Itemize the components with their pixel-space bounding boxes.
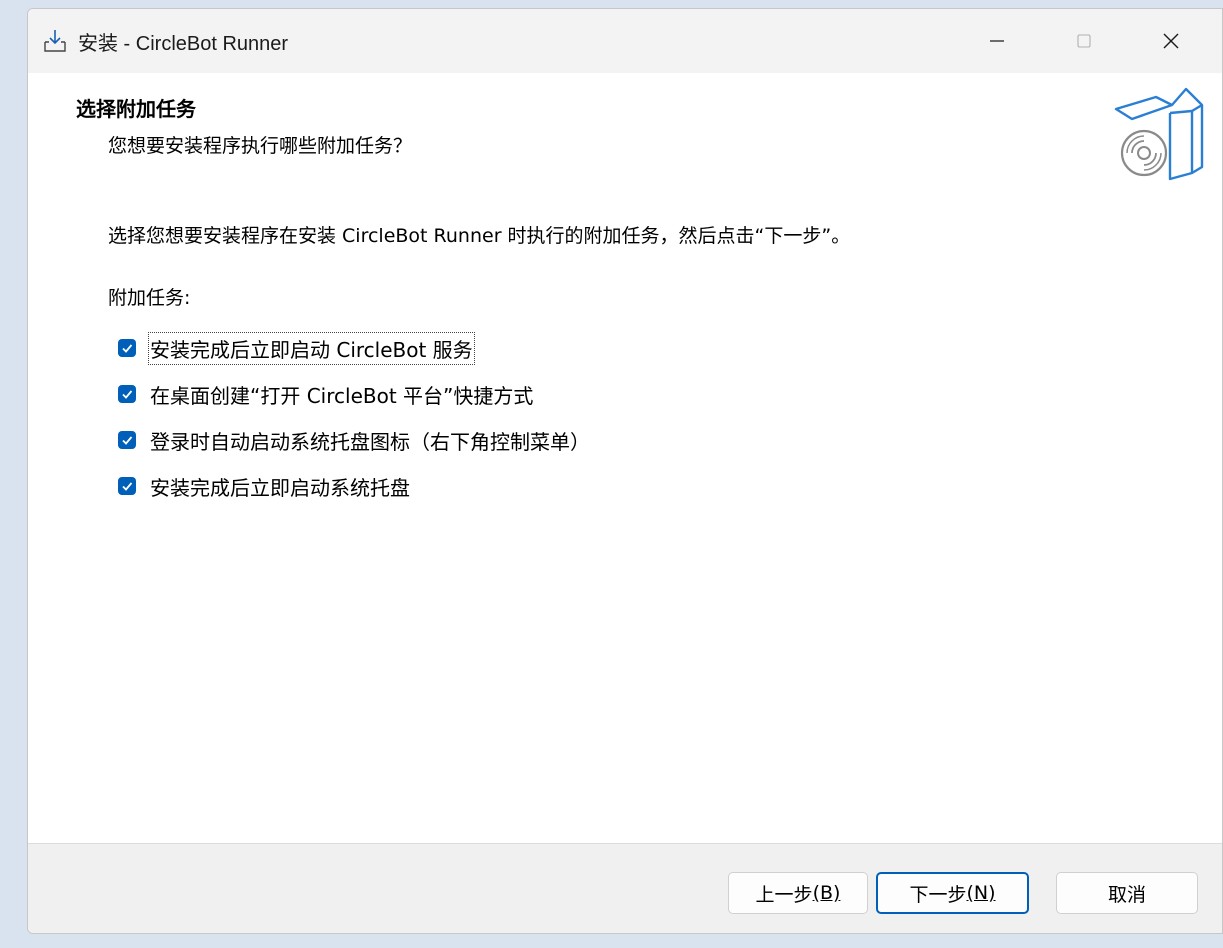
- task-item[interactable]: 安装完成后立即启动 CircleBot 服务: [118, 325, 590, 371]
- cancel-button[interactable]: 取消: [1056, 872, 1198, 914]
- task-item[interactable]: 在桌面创建“打开 CircleBot 平台”快捷方式: [118, 371, 590, 417]
- back-button[interactable]: 上一步 (B): [728, 872, 868, 914]
- check-icon: [122, 436, 133, 445]
- back-button-label: 上一步: [755, 883, 813, 906]
- checkbox-checked[interactable]: [118, 431, 136, 449]
- instruction-text: 选择您想要安装程序在安装 CircleBot Runner 时执行的附加任务，然…: [108, 225, 851, 247]
- window-title: 安装 - CircleBot Runner: [78, 32, 289, 55]
- task-label[interactable]: 登录时自动启动系统托盘图标（右下角控制菜单）: [150, 426, 590, 455]
- task-label[interactable]: 安装完成后立即启动系统托盘: [150, 472, 410, 501]
- installer-download-icon: [44, 30, 66, 52]
- task-item[interactable]: 安装完成后立即启动系统托盘: [118, 463, 590, 509]
- check-icon: [122, 390, 133, 399]
- page-title: 选择附加任务: [76, 97, 196, 121]
- task-label[interactable]: 安装完成后立即启动 CircleBot 服务: [148, 331, 475, 365]
- minimize-icon: [990, 40, 1004, 42]
- checkbox-checked[interactable]: [118, 385, 136, 403]
- close-icon: [1163, 33, 1179, 49]
- check-icon: [122, 344, 133, 353]
- checkbox-checked[interactable]: [118, 477, 136, 495]
- task-list: 安装完成后立即启动 CircleBot 服务 在桌面创建“打开 CircleBo…: [118, 325, 590, 509]
- button-bar: 上一步 (B) 下一步 (N) 取消: [28, 843, 1222, 933]
- title-bar[interactable]: 安装 - CircleBot Runner: [28, 9, 1222, 73]
- checkbox-checked[interactable]: [118, 339, 136, 357]
- minimize-button[interactable]: [966, 9, 1028, 73]
- close-button[interactable]: [1140, 9, 1202, 73]
- back-button-accelerator: (B): [812, 882, 841, 904]
- wizard-content: 选择附加任务 您想要安装程序执行哪些附加任务？ 选择您想要安装程序在安装 Cir…: [28, 73, 1222, 843]
- maximize-icon: [1077, 34, 1091, 48]
- next-button-label: 下一步: [909, 883, 967, 906]
- maximize-button[interactable]: [1053, 9, 1115, 73]
- additional-tasks-label: 附加任务:: [108, 287, 191, 309]
- page-subtitle: 您想要安装程序执行哪些附加任务？: [108, 135, 413, 157]
- next-button-accelerator: (N): [966, 882, 996, 904]
- next-button[interactable]: 下一步 (N): [876, 872, 1029, 914]
- installer-window: 安装 - CircleBot Runner 选择附加任务 您想要安装程序执行哪些…: [27, 8, 1223, 934]
- cancel-button-label: 取消: [1107, 883, 1146, 906]
- task-item[interactable]: 登录时自动启动系统托盘图标（右下角控制菜单）: [118, 417, 590, 463]
- check-icon: [122, 482, 133, 491]
- package-box-icon: [1114, 87, 1204, 181]
- task-label[interactable]: 在桌面创建“打开 CircleBot 平台”快捷方式: [150, 380, 533, 409]
